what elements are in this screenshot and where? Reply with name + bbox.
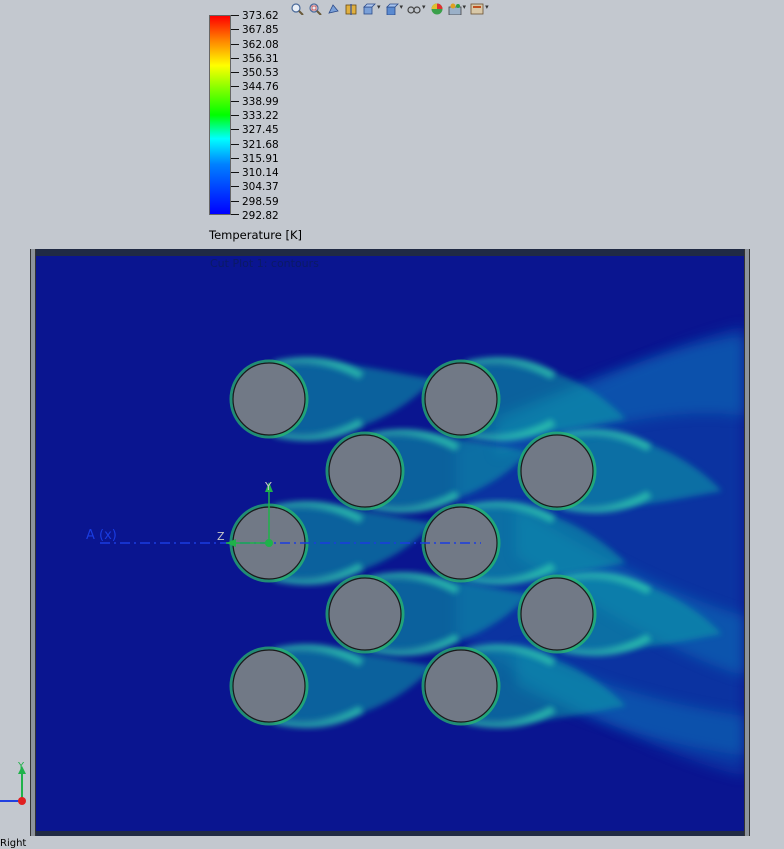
heated-cylinder[interactable] (232, 362, 306, 436)
legend-value-label: 344.76 (242, 81, 279, 93)
zoom-fit-button[interactable] (290, 0, 304, 16)
heated-cylinder[interactable] (424, 362, 498, 436)
legend-ticks (231, 15, 241, 215)
legend-value-label: 338.99 (242, 96, 279, 108)
view-orientation-status: Right (0, 838, 27, 849)
legend-value-label: 310.14 (242, 167, 279, 179)
zoom-area-button[interactable] (308, 0, 322, 16)
legend-tick (231, 15, 239, 16)
triad-y-label: Y (17, 761, 25, 772)
previous-view-icon (326, 0, 340, 14)
temperature-color-scale (209, 15, 231, 215)
display-style-button[interactable]: ▾ (385, 0, 404, 16)
legend-value-label: 350.53 (242, 67, 279, 79)
section-view-button[interactable] (344, 0, 358, 15)
frame-left-edge (30, 249, 36, 836)
view-settings-icon (470, 0, 484, 15)
heated-cylinder[interactable] (520, 434, 594, 508)
legend-value-label: 298.59 (242, 196, 279, 208)
flow-contour-plot[interactable]: Y Z A (x) (36, 256, 744, 831)
view-settings-button[interactable]: ▾ (470, 0, 489, 15)
dropdown-arrow-icon[interactable]: ▾ (485, 3, 489, 11)
legend-tick (231, 201, 239, 202)
frame-right-edge (744, 249, 750, 836)
legend-value-label: 373.62 (242, 10, 279, 22)
legend-tick (231, 58, 239, 59)
legend-tick (231, 172, 239, 173)
legend-value-label: 327.45 (242, 124, 279, 136)
heated-cylinder[interactable] (520, 577, 594, 651)
dropdown-arrow-icon[interactable]: ▾ (400, 3, 404, 11)
heated-cylinder[interactable] (232, 649, 306, 723)
apply-scene-icon (448, 0, 462, 16)
y-axis-label: Y (264, 480, 272, 493)
edit-appearance-button[interactable] (430, 0, 444, 15)
origin-point (265, 539, 273, 547)
zoom-area-icon (308, 0, 322, 16)
legend-tick (231, 214, 239, 215)
display-style-icon (385, 0, 399, 16)
dropdown-arrow-icon[interactable]: ▾ (377, 3, 381, 11)
legend-value-label: 367.85 (242, 24, 279, 36)
legend-tick (231, 101, 239, 102)
legend-value-label: 321.68 (242, 139, 279, 151)
legend-tick (231, 129, 239, 130)
cut-plot-label: Cut Plot 1: contours (210, 257, 319, 270)
heated-cylinder[interactable] (328, 434, 402, 508)
legend-tick (231, 158, 239, 159)
legend-tick (231, 44, 239, 45)
hide-show-items-icon (407, 0, 421, 14)
legend-value-label: 292.82 (242, 210, 279, 222)
view-orientation-icon (362, 0, 376, 15)
legend-value-label: 304.37 (242, 181, 279, 193)
legend-tick (231, 72, 239, 73)
legend-tick (231, 115, 239, 116)
apply-scene-button[interactable]: ▾ (448, 0, 467, 16)
reference-triad: Y (0, 760, 40, 810)
legend-tick (231, 29, 239, 30)
reference-axis-label: A (x) (86, 528, 117, 543)
legend-value-label: 356.31 (242, 53, 279, 65)
heated-cylinder[interactable] (424, 649, 498, 723)
hide-show-items-button[interactable]: ▾ (407, 0, 426, 14)
edit-appearance-icon (430, 0, 444, 15)
section-view-icon (344, 0, 358, 15)
zoom-fit-icon (290, 0, 304, 16)
dropdown-arrow-icon[interactable]: ▾ (463, 3, 467, 11)
legend-tick (231, 86, 239, 87)
previous-view-button[interactable] (326, 0, 340, 14)
legend-tick (231, 186, 239, 187)
z-axis-label: Z (217, 530, 225, 543)
view-toolbar: ▾ ▾ ▾ ▾ ▾ (290, 0, 489, 16)
legend-tick (231, 144, 239, 145)
legend-value-label: 362.08 (242, 39, 279, 51)
triad-x-axis-dot (18, 797, 26, 805)
view-orientation-button[interactable]: ▾ (362, 0, 381, 15)
legend-title: Temperature [K] (209, 228, 303, 242)
legend-value-label: 315.91 (242, 153, 279, 165)
legend-value-label: 333.22 (242, 110, 279, 122)
dropdown-arrow-icon[interactable]: ▾ (422, 3, 426, 11)
heated-cylinder[interactable] (328, 577, 402, 651)
